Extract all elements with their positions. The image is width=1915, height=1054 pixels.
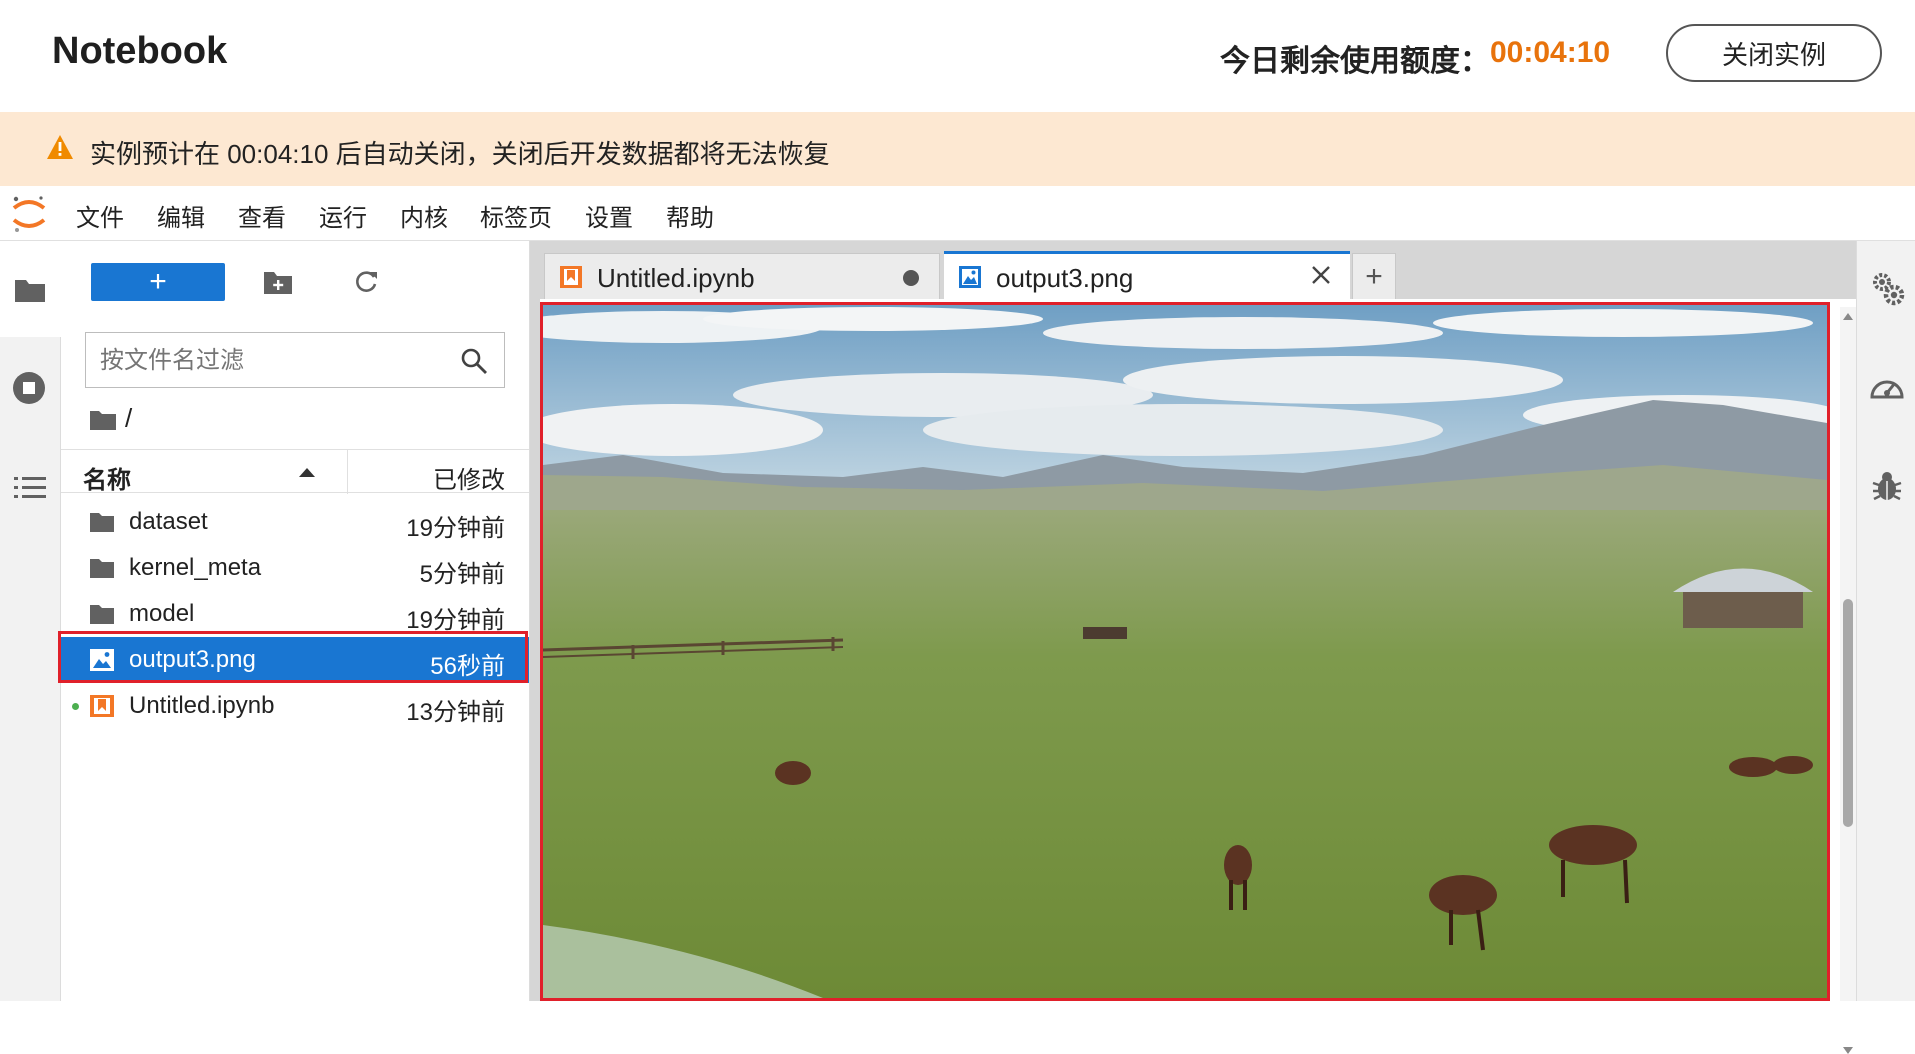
folder-icon bbox=[90, 559, 114, 578]
scroll-up-arrow-icon[interactable] bbox=[1843, 313, 1853, 320]
debugger-bug-icon[interactable] bbox=[1871, 469, 1903, 503]
file-modified: 19分钟前 bbox=[406, 607, 505, 634]
property-inspector-gears-icon[interactable] bbox=[1871, 271, 1905, 307]
running-indicator bbox=[72, 703, 79, 710]
main-dock-area: Untitled.ipynb output3.png + bbox=[530, 241, 1856, 1054]
menu-tabs[interactable]: 标签页 bbox=[480, 198, 552, 233]
warning-message: 实例预计在 00:04:10 后自动关闭，关闭后开发数据都将无法恢复 bbox=[90, 139, 830, 169]
stop-circle-icon bbox=[13, 372, 45, 404]
menu-bar: 文件 编辑 查看 运行 内核 标签页 设置 帮助 bbox=[0, 186, 1915, 241]
list-icon bbox=[14, 477, 46, 498]
new-folder-icon[interactable] bbox=[263, 269, 293, 295]
file-row-untitled-notebook[interactable]: Untitled.ipynb 13分钟前 bbox=[61, 683, 529, 729]
file-browser-tab[interactable] bbox=[0, 241, 61, 337]
close-instance-button[interactable]: 关闭实例 bbox=[1666, 24, 1882, 82]
file-list-header: 名称 已修改 bbox=[61, 449, 529, 495]
unsaved-indicator-icon[interactable] bbox=[903, 270, 919, 286]
folder-icon bbox=[90, 605, 114, 624]
quota-label: 今日剩余使用额度： bbox=[1220, 45, 1490, 78]
scrollbar-thumb[interactable] bbox=[1843, 599, 1853, 827]
file-name: output3.png bbox=[129, 646, 256, 673]
left-activity-bar bbox=[0, 241, 61, 1001]
file-name: kernel_meta bbox=[129, 554, 262, 581]
file-name: Untitled.ipynb bbox=[129, 692, 275, 719]
notebook-icon bbox=[90, 695, 114, 717]
tab-untitled-ipynb[interactable]: Untitled.ipynb bbox=[544, 253, 940, 299]
warning-banner: 实例预计在 00:04:10 后自动关闭，关闭后开发数据都将无法恢复 bbox=[0, 112, 1915, 186]
folder-icon bbox=[90, 513, 114, 532]
column-divider[interactable] bbox=[347, 450, 348, 494]
file-browser-panel: + / 名称 已修改 dataset 19分钟前 kernel_meta 5分钟… bbox=[61, 241, 530, 1001]
app-title: Notebook bbox=[52, 30, 228, 72]
menu-run[interactable]: 运行 bbox=[319, 198, 367, 233]
jupyter-logo-icon bbox=[12, 196, 46, 232]
image-viewer bbox=[540, 299, 1856, 1054]
file-modified: 56秒前 bbox=[430, 653, 505, 680]
menu-edit[interactable]: 编辑 bbox=[157, 198, 205, 233]
new-launcher-button[interactable]: + bbox=[91, 263, 225, 301]
image-file-icon bbox=[90, 649, 114, 671]
quota-countdown: 00:04:10 bbox=[1490, 36, 1611, 69]
file-name: dataset bbox=[129, 508, 208, 535]
right-activity-bar bbox=[1856, 241, 1915, 1001]
landscape-image bbox=[543, 305, 1827, 998]
folder-icon bbox=[15, 280, 45, 302]
table-of-contents-tab[interactable] bbox=[0, 437, 60, 537]
new-tab-button[interactable]: + bbox=[1352, 253, 1396, 299]
breadcrumb-home-icon[interactable] bbox=[89, 409, 117, 431]
file-name: model bbox=[129, 600, 195, 627]
file-row-dataset[interactable]: dataset 19分钟前 bbox=[61, 499, 529, 545]
menu-view[interactable]: 查看 bbox=[238, 198, 286, 233]
resource-gauge-icon[interactable] bbox=[1869, 371, 1905, 403]
menu-help[interactable]: 帮助 bbox=[666, 198, 714, 233]
breadcrumb-root[interactable]: / bbox=[125, 403, 132, 434]
filter-input[interactable] bbox=[98, 343, 442, 379]
tab-label: Untitled.ipynb bbox=[597, 263, 755, 293]
tab-output3-png[interactable]: output3.png bbox=[944, 251, 1350, 299]
top-header: Notebook 今日剩余使用额度： 00:04:10 关闭实例 bbox=[0, 0, 1915, 112]
menu-kernel[interactable]: 内核 bbox=[400, 198, 448, 233]
search-icon[interactable] bbox=[460, 347, 488, 375]
menu-file[interactable]: 文件 bbox=[76, 198, 124, 233]
file-row-model[interactable]: model 19分钟前 bbox=[61, 591, 529, 637]
running-sessions-tab[interactable] bbox=[0, 337, 60, 437]
image-preview bbox=[540, 302, 1830, 1001]
warning-icon bbox=[47, 135, 73, 159]
column-modified-header[interactable]: 已修改 bbox=[433, 460, 505, 495]
file-modified: 13分钟前 bbox=[406, 699, 505, 726]
notebook-icon bbox=[560, 266, 582, 288]
image-icon bbox=[959, 266, 981, 288]
sort-ascending-icon bbox=[299, 468, 315, 477]
tab-label: output3.png bbox=[996, 263, 1134, 293]
refresh-icon[interactable] bbox=[353, 269, 379, 295]
file-row-kernel-meta[interactable]: kernel_meta 5分钟前 bbox=[61, 545, 529, 591]
file-row-output3[interactable]: output3.png 56秒前 bbox=[61, 637, 529, 683]
scroll-down-arrow-icon[interactable] bbox=[1843, 1047, 1853, 1054]
menu-settings[interactable]: 设置 bbox=[585, 198, 633, 233]
file-modified: 19分钟前 bbox=[406, 515, 505, 542]
filter-box bbox=[85, 332, 505, 388]
column-name-header[interactable]: 名称 bbox=[83, 460, 131, 495]
close-icon[interactable] bbox=[1310, 264, 1332, 286]
file-modified: 5分钟前 bbox=[419, 561, 505, 588]
